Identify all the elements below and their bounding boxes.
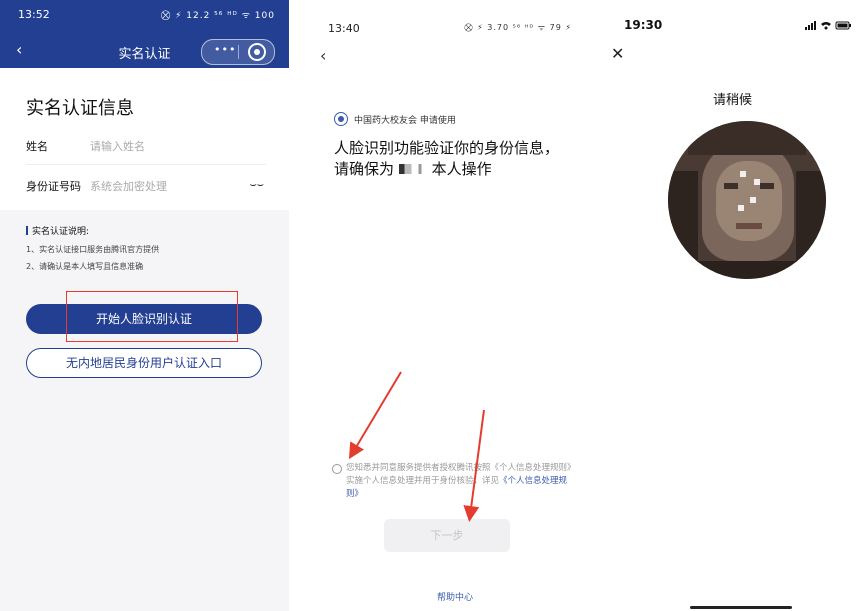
verify-heading-prefix: 请确保为 [334,160,395,178]
close-mini-program-icon[interactable] [248,43,266,61]
name-input[interactable]: 请输入姓名 [90,138,145,154]
face-capture-preview [668,121,826,279]
name-row: 姓名 请输入姓名 [26,128,266,165]
help-center-link[interactable]: 帮助中心 [316,590,594,603]
app-requester: 中国药大校友会 申请使用 [334,112,456,126]
status-time: 19:30 [624,18,663,32]
capsule-divider [238,45,239,59]
status-icons [805,21,851,30]
status-time: 13:40 [328,22,360,35]
status-time: 13:52 [18,8,50,21]
status-icons: ⛒ ⚡ 3.70 ⁵⁶ ᴴᴰ ᯤ 79 ⚡ [464,23,572,32]
form-heading: 实名认证信息 [26,98,134,119]
notes-title: 实名认证说明: [32,227,90,237]
close-icon[interactable]: ✕ [611,44,624,63]
note-item: 1、实名认证接口服务由腾讯官方提供 [26,245,160,254]
verify-heading-suffix: 本人操作 [431,160,492,178]
verify-heading: 人脸识别功能验证你的身份信息， 请确保为 本人操作 [334,138,574,180]
id-input[interactable]: 系统会加密处理 [90,178,167,194]
notes-section: 实名认证说明: 1、实名认证接口服务由腾讯官方提供 2、请确认是本人填写且信息准… [26,224,159,275]
id-label: 身份证号码 [26,180,81,193]
real-name-auth-screen: 13:52 ⛒ ⚡ 12.2 ⁵⁶ ᴴᴰ ᯤ 100 ‹ 实名认证 ••• 实名… [0,0,289,611]
back-icon[interactable]: ‹ [320,46,326,65]
next-button[interactable]: 下一步 [384,519,510,552]
more-icon[interactable]: ••• [214,43,236,56]
id-row: 身份证号码 系统会加密处理 ⌣⌣ [26,168,266,204]
alumni-logo-icon [334,112,348,126]
app-requester-text: 中国药大校友会 申请使用 [354,116,456,126]
face-capture-screen: 19:30 ✕ 请稍候 [604,0,861,611]
annotation-highlight-box [66,291,238,342]
notes-accent-bar [26,226,28,235]
home-indicator [690,606,792,609]
name-label: 姓名 [26,140,48,153]
header-bar: 13:52 ⛒ ⚡ 12.2 ⁵⁶ ᴴᴰ ᯤ 100 ‹ 实名认证 ••• [0,0,289,68]
verify-heading-line1: 人脸识别功能验证你的身份信息， [334,139,560,157]
form-card: 实名认证信息 姓名 请输入姓名 身份证号码 系统会加密处理 ⌣⌣ [0,68,289,210]
note-item: 2、请确认是本人填写且信息准确 [26,262,144,271]
face-verify-intro-screen: 13:40 ⛒ ⚡ 3.70 ⁵⁶ ᴴᴰ ᯤ 79 ⚡ ‹ 中国药大校友会 申请… [316,0,594,611]
eye-closed-icon[interactable]: ⌣⌣ [250,178,264,192]
masked-name [398,164,427,174]
status-icons: ⛒ ⚡ 12.2 ⁵⁶ ᴴᴰ ᯤ 100 [161,11,275,21]
mini-program-capsule: ••• [201,39,275,65]
consent-radio[interactable] [332,464,342,474]
please-wait-title: 请稍候 [712,93,752,108]
non-mainland-auth-button[interactable]: 无内地居民身份用户认证入口 [26,348,262,378]
